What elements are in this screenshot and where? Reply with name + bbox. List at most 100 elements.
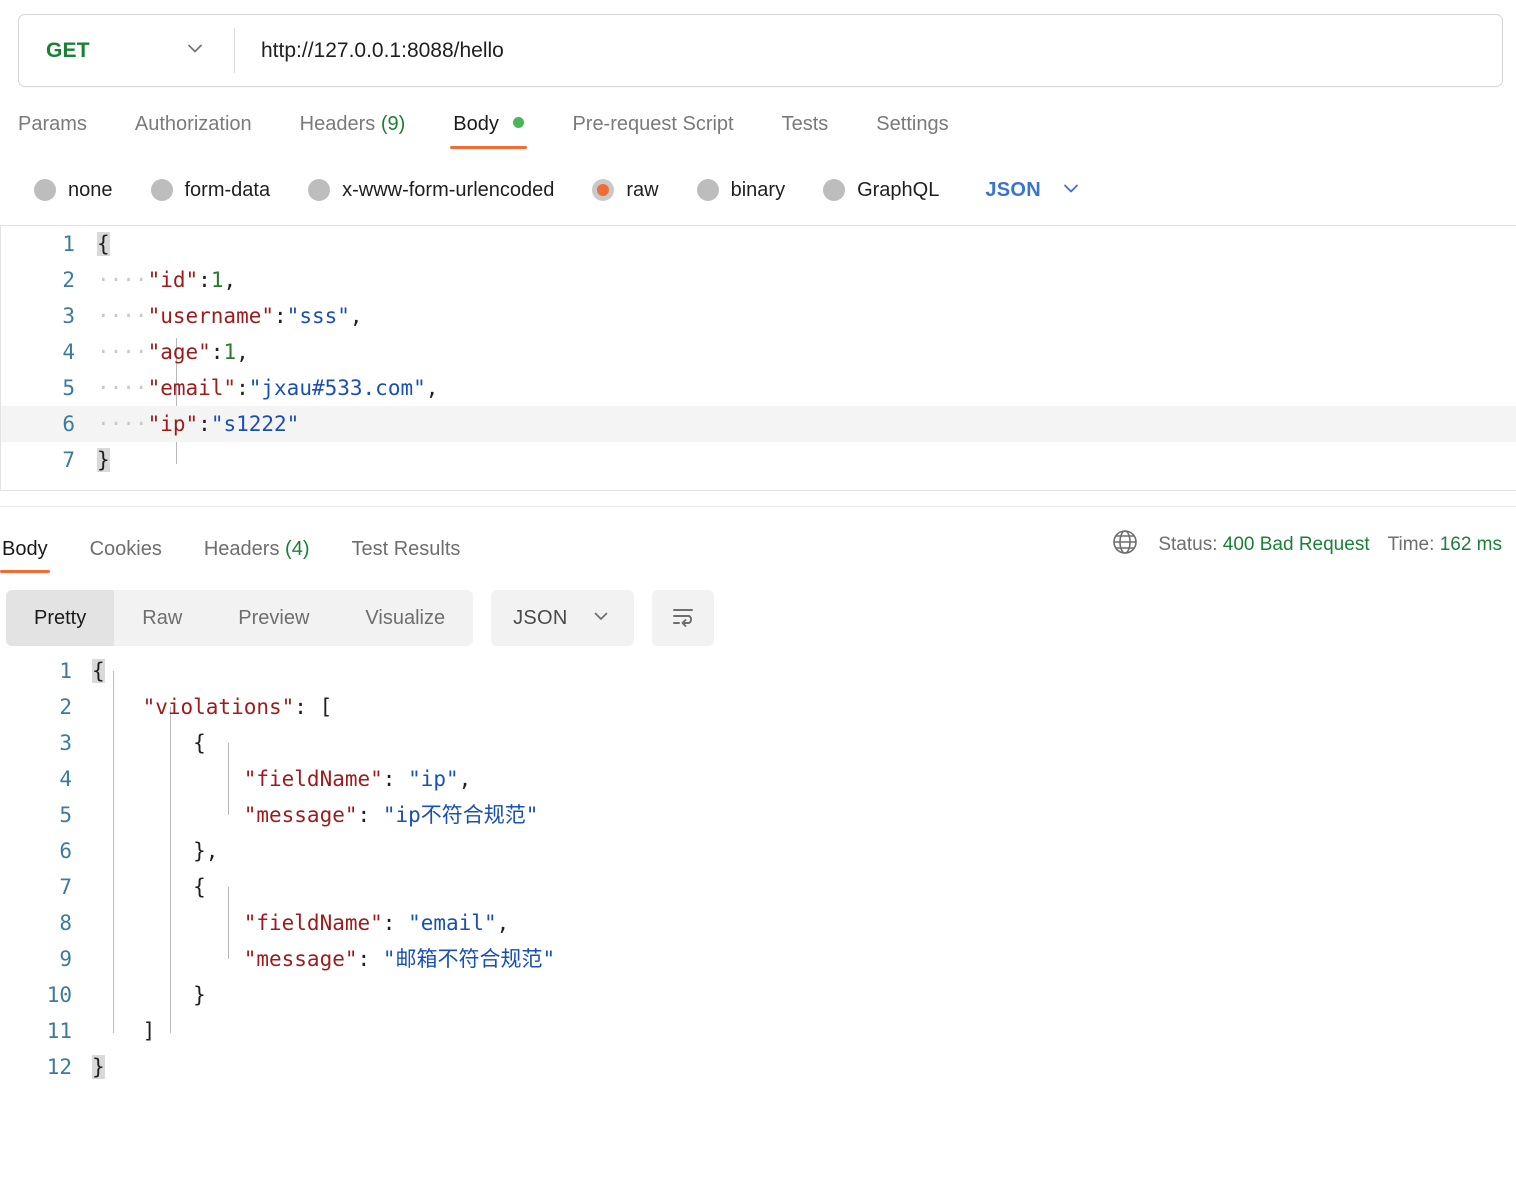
tab-headers[interactable]: Headers (9) — [300, 113, 406, 149]
response-tab-body[interactable]: Body — [2, 538, 48, 573]
response-tab-headers-count: (4) — [285, 538, 309, 560]
response-tab-cookies-label: Cookies — [90, 538, 162, 560]
code-line: 2 "violations": [ — [0, 689, 1516, 725]
response-tab-test-results[interactable]: Test Results — [351, 538, 460, 573]
code-text: : [ — [294, 695, 332, 719]
tab-settings[interactable]: Settings — [876, 113, 948, 149]
line-number: 3 — [0, 725, 92, 761]
tab-body[interactable]: Body — [453, 113, 524, 149]
response-tab-cookies[interactable]: Cookies — [90, 538, 162, 573]
code-line: 12 } — [0, 1049, 1516, 1085]
code-text: }, — [92, 833, 218, 869]
radio-checked-icon — [592, 179, 614, 201]
word-wrap-button[interactable] — [652, 590, 714, 646]
json-colon: : — [358, 947, 383, 971]
code-text: } — [97, 448, 110, 472]
chevron-down-icon — [182, 35, 208, 66]
body-type-urlencoded[interactable]: x-www-form-urlencoded — [308, 179, 554, 202]
json-colon: : — [236, 376, 249, 400]
json-string: "s1222" — [211, 412, 300, 436]
chevron-down-icon — [590, 605, 612, 632]
response-tab-headers-label: Headers — [204, 538, 280, 560]
radio-icon — [823, 179, 845, 201]
code-line: 5 ····"email":"jxau#533.com", — [1, 370, 1516, 406]
line-number: 2 — [0, 689, 92, 725]
json-string: "ip不符合规范" — [383, 803, 539, 827]
json-key: "id" — [148, 268, 199, 292]
json-string: "ip" — [408, 767, 459, 791]
radio-icon — [151, 179, 173, 201]
json-number: 1 — [223, 340, 236, 364]
body-type-form-data[interactable]: form-data — [151, 179, 271, 202]
code-line: 8 "fieldName": "email", — [0, 905, 1516, 941]
code-line: 1 { — [1, 226, 1516, 262]
tab-authorization[interactable]: Authorization — [135, 113, 252, 149]
code-line: 9 "message": "邮箱不符合规范" — [0, 941, 1516, 977]
view-mode-preview[interactable]: Preview — [210, 590, 337, 646]
code-line: 4 ····"age":1, — [1, 334, 1516, 370]
body-type-binary[interactable]: binary — [697, 179, 785, 202]
tab-body-label: Body — [453, 113, 499, 135]
json-string: "email" — [408, 911, 497, 935]
code-line: 5 "message": "ip不符合规范" — [0, 797, 1516, 833]
tab-params-label: Params — [18, 113, 87, 135]
line-number: 7 — [1, 442, 97, 478]
line-number: 4 — [0, 761, 92, 797]
json-key: "violations" — [143, 695, 295, 719]
json-comma: , — [497, 911, 510, 935]
radio-icon — [308, 179, 330, 201]
tab-params[interactable]: Params — [18, 113, 87, 149]
json-comma: , — [350, 304, 363, 328]
view-mode-raw[interactable]: Raw — [114, 590, 210, 646]
code-line: 1 { — [0, 653, 1516, 689]
chevron-down-icon — [1059, 176, 1083, 205]
body-type-urlencoded-label: x-www-form-urlencoded — [342, 179, 554, 202]
code-line: 11 ] — [0, 1013, 1516, 1049]
tab-pre-request-script[interactable]: Pre-request Script — [572, 113, 733, 149]
code-line: 7 { — [0, 869, 1516, 905]
response-tab-headers[interactable]: Headers (4) — [204, 538, 310, 573]
json-key: "ip" — [148, 412, 199, 436]
tab-tests[interactable]: Tests — [782, 113, 829, 149]
code-line: 2 ····"id":1, — [1, 262, 1516, 298]
line-number: 3 — [1, 298, 97, 334]
body-type-raw[interactable]: raw — [592, 179, 658, 202]
response-language-label: JSON — [513, 607, 568, 630]
raw-language-selector[interactable]: JSON — [985, 176, 1083, 205]
code-text: } — [92, 977, 206, 1013]
time-label: Time: 162 ms — [1388, 534, 1502, 556]
json-key: "username" — [148, 304, 274, 328]
globe-icon[interactable] — [1110, 527, 1140, 562]
json-key: "age" — [148, 340, 211, 364]
tab-pre-request-script-label: Pre-request Script — [572, 113, 733, 135]
view-mode-visualize[interactable]: Visualize — [337, 590, 473, 646]
url-bar-container: GET — [0, 0, 1516, 87]
response-body-editor[interactable]: 1 { 2 "violations": [ 3 { 4 "fieldName":… — [0, 653, 1516, 1093]
body-type-row: none form-data x-www-form-urlencoded raw… — [0, 149, 1516, 209]
view-mode-pretty[interactable]: Pretty — [6, 590, 114, 646]
response-tab-body-label: Body — [2, 538, 48, 560]
json-key: "message" — [244, 947, 358, 971]
line-number: 9 — [0, 941, 92, 977]
body-type-graphql[interactable]: GraphQL — [823, 179, 939, 202]
request-body-editor[interactable]: 1 { 2 ····"id":1, 3 ····"username":"sss"… — [0, 225, 1516, 491]
url-input[interactable] — [235, 15, 1502, 86]
body-type-raw-label: raw — [626, 179, 658, 202]
line-number: 6 — [0, 833, 92, 869]
code-text: { — [97, 232, 110, 256]
http-method-selector[interactable]: GET — [19, 15, 234, 86]
json-string: "邮箱不符合规范" — [383, 947, 555, 971]
json-key: "fieldName" — [244, 767, 383, 791]
body-type-binary-label: binary — [731, 179, 785, 202]
status-label: Status: 400 Bad Request — [1158, 534, 1369, 556]
json-comma: , — [426, 376, 439, 400]
response-tabs: Body Cookies Headers (4) Test Results St… — [0, 507, 1502, 573]
tab-authorization-label: Authorization — [135, 113, 252, 135]
json-key: "email" — [148, 376, 237, 400]
body-type-form-data-label: form-data — [185, 179, 271, 202]
code-text: { — [92, 869, 206, 905]
body-type-none[interactable]: none — [34, 179, 113, 202]
response-language-selector[interactable]: JSON — [491, 590, 634, 646]
request-tabs: Params Authorization Headers (9) Body Pr… — [0, 87, 1516, 149]
json-colon: : — [274, 304, 287, 328]
